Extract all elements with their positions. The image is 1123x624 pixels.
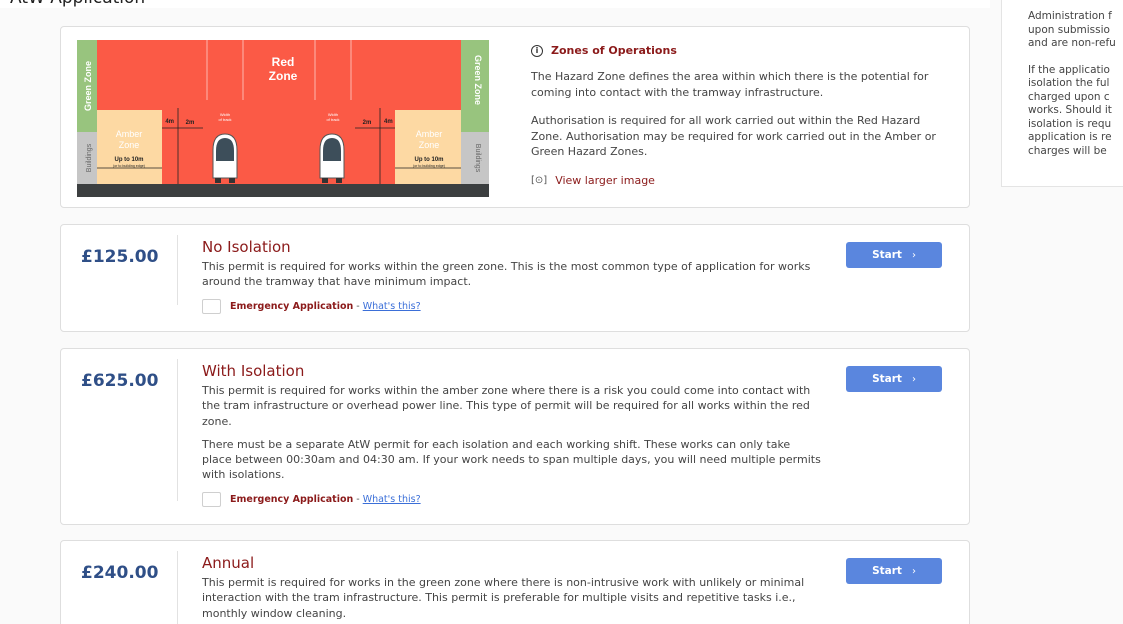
- four-m-right: 4m: [384, 119, 393, 125]
- start-button[interactable]: Start ›: [846, 366, 942, 392]
- up-to-10m-right: Up to 10m: [414, 157, 443, 163]
- start-label: Start: [872, 249, 902, 261]
- chevron-right-icon: ›: [911, 565, 916, 577]
- red-zone-label-1: Red: [272, 55, 295, 69]
- divider: [177, 551, 178, 624]
- start-button[interactable]: Start ›: [846, 242, 942, 268]
- divider: [177, 359, 178, 501]
- chevron-right-icon: ›: [911, 249, 916, 261]
- emergency-label: Emergency Application: [230, 493, 354, 505]
- amber-zone-label-left-2: Zone: [119, 140, 140, 150]
- permit-price: £625.00: [81, 371, 159, 391]
- building-edge-right: (or to building edge): [413, 164, 445, 168]
- whats-this-link[interactable]: What's this?: [363, 494, 421, 505]
- expand-icon: [⊙]: [531, 174, 548, 186]
- divider: [177, 235, 178, 305]
- permit-card-with-isolation: £625.00 With Isolation This permit is re…: [60, 348, 970, 525]
- whats-this-link[interactable]: What's this?: [363, 301, 421, 312]
- green-zone-label-left: Green Zone: [83, 61, 93, 111]
- up-to-10m-left: Up to 10m: [114, 157, 143, 163]
- buildings-label-left: Buildings: [86, 143, 93, 172]
- amber-zone-label-left-1: Amber: [116, 129, 143, 139]
- separator: -: [356, 493, 360, 505]
- emergency-checkbox[interactable]: [202, 298, 221, 314]
- tram-left-icon: [212, 133, 238, 183]
- zones-description-1: The Hazard Zone defines the area within …: [531, 70, 929, 99]
- chevron-right-icon: ›: [911, 373, 916, 385]
- permit-body: Annual This permit is required for works…: [202, 554, 822, 621]
- info-icon: i: [531, 44, 543, 57]
- two-m-left: 2m: [186, 120, 195, 126]
- zones-description-2: Authorisation is required for all work c…: [531, 114, 936, 158]
- emergency-label: Emergency Application: [230, 300, 354, 312]
- permit-description: This permit is required for works within…: [202, 260, 811, 289]
- permit-description: This permit is required for works within…: [202, 384, 811, 428]
- green-zone-label-right: Green Zone: [473, 55, 483, 105]
- start-label: Start: [872, 565, 902, 577]
- buildings-label-right: Buildings: [474, 144, 481, 173]
- sidebar-paragraph-1: Administration f upon submissio and are …: [1028, 10, 1116, 49]
- permit-price: £125.00: [81, 247, 159, 267]
- width-of-track-right-2: of track: [326, 117, 339, 122]
- sidebar-paragraph-2: If the applicatio isolation the ful char…: [1028, 63, 1112, 157]
- permit-body: With Isolation This permit is required f…: [202, 362, 822, 507]
- charges-sidebar: Administration f upon submissio and are …: [1001, 0, 1123, 187]
- page-header-strip: AtW Application: [0, 0, 990, 8]
- permit-card-no-isolation: £125.00 No Isolation This permit is requ…: [60, 224, 970, 332]
- hazard-zones-diagram[interactable]: Red Zone Green Zone Green Zone Buildings…: [77, 40, 489, 197]
- building-edge-left: (or to building edge): [113, 164, 145, 168]
- permit-body: No Isolation This permit is required for…: [202, 238, 822, 314]
- view-larger-image-label: View larger image: [555, 173, 655, 187]
- zones-title: Zones of Operations: [551, 44, 677, 57]
- zones-of-operations-card: Red Zone Green Zone Green Zone Buildings…: [60, 26, 970, 208]
- amber-zone-label-right-1: Amber: [416, 129, 443, 139]
- tram-right-icon: [319, 133, 345, 183]
- start-button[interactable]: Start ›: [846, 558, 942, 584]
- emergency-application-row: Emergency Application - What's this?: [202, 298, 822, 314]
- four-m-left: 4m: [165, 119, 174, 125]
- permit-title: Annual: [202, 554, 255, 572]
- red-zone-label-2: Zone: [269, 69, 298, 83]
- width-of-track-left-2: of track: [218, 117, 231, 122]
- permit-title: With Isolation: [202, 362, 305, 380]
- zones-info: i Zones of Operations The Hazard Zone de…: [531, 44, 951, 187]
- emergency-checkbox[interactable]: [202, 491, 221, 507]
- amber-zone-label-right-2: Zone: [419, 140, 440, 150]
- permit-title: No Isolation: [202, 238, 291, 256]
- permit-card-annual: £240.00 Annual This permit is required f…: [60, 540, 970, 624]
- permit-description-extra: There must be a separate AtW permit for …: [202, 437, 821, 482]
- permit-price: £240.00: [81, 563, 159, 583]
- page-title: AtW Application: [10, 0, 145, 8]
- two-m-right: 2m: [363, 120, 372, 126]
- zones-title-row: i Zones of Operations: [531, 44, 951, 57]
- permit-description: This permit is required for works in the…: [202, 576, 805, 620]
- emergency-application-row: Emergency Application - What's this?: [202, 491, 822, 507]
- view-larger-image-link[interactable]: [⊙] View larger image: [531, 174, 951, 187]
- ground-strip: [77, 184, 489, 197]
- start-label: Start: [872, 373, 902, 385]
- separator: -: [356, 300, 360, 312]
